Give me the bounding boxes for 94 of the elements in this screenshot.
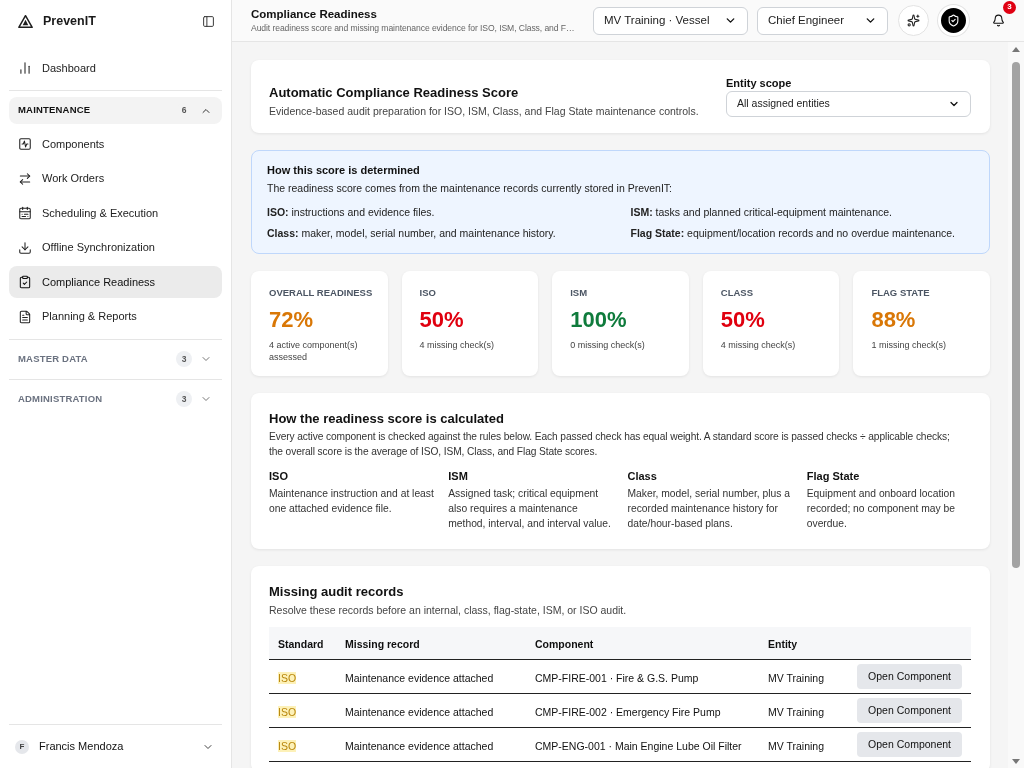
table-cell: Maintenance evidence attached bbox=[345, 705, 494, 718]
standard-heading: ISO bbox=[269, 469, 289, 483]
standard-text: Maintenance instruction and at least one attached evidence file. bbox=[269, 487, 435, 516]
field-label: Entity scope bbox=[726, 76, 793, 90]
panel-toggle-icon[interactable] bbox=[202, 14, 215, 28]
avatar: F bbox=[15, 739, 29, 754]
table-cell: MV Training bbox=[768, 705, 825, 718]
standard-text: Assigned task; critical equipment also requires a maintenance method, interval, and interval value. bbox=[448, 487, 612, 531]
card-title: Missing audit records bbox=[269, 583, 405, 600]
open-component-button[interactable]: Open Component bbox=[857, 732, 962, 757]
open-component-button[interactable]: Open Component bbox=[857, 664, 962, 689]
sidebar-item[interactable]: Scheduling & Execution bbox=[9, 197, 222, 229]
stat-value: 72% bbox=[269, 307, 315, 333]
standard-heading: ISM bbox=[448, 469, 469, 483]
scroll-down-icon[interactable] bbox=[1012, 759, 1020, 764]
sparkle-icon bbox=[907, 14, 920, 27]
vessel-select[interactable]: MV Training · Vessel bbox=[593, 6, 748, 35]
shield-button[interactable] bbox=[938, 5, 969, 36]
rule-text: Class: maker, model, serial number, and maintenance history. bbox=[267, 226, 557, 240]
column-header: Entity bbox=[768, 638, 798, 650]
notification-badge: 3 bbox=[1003, 0, 1016, 14]
table-cell: MV Training bbox=[768, 739, 825, 752]
logo-icon bbox=[18, 14, 33, 28]
page-subtitle: Audit readiness score and missing maintenance evidence for ISO, ISM, Class, and F… bbox=[251, 22, 576, 34]
card-title: Automatic Compliance Readiness Score bbox=[269, 83, 520, 101]
stat-label: ISM bbox=[570, 287, 589, 299]
sidebar-group-header[interactable]: ADMINISTRATION 3 bbox=[9, 385, 222, 413]
download-icon bbox=[18, 240, 32, 255]
rule-text: ISM: tasks and planned critical-equipment maintenance. bbox=[630, 205, 893, 219]
brand-name: PrevenIT bbox=[43, 12, 96, 30]
clipboard-check-icon bbox=[18, 275, 32, 289]
scrollbar[interactable] bbox=[1008, 42, 1024, 768]
stat-value: 50% bbox=[419, 307, 465, 333]
role-select[interactable]: Chief Engineer bbox=[757, 6, 888, 35]
standard-tag: ISO bbox=[278, 671, 297, 684]
table-cell: Maintenance evidence attached bbox=[345, 739, 494, 752]
sparkle-button[interactable] bbox=[898, 5, 929, 36]
sidebar-item[interactable]: Compliance Readiness bbox=[9, 266, 222, 298]
sidebar-group-header[interactable]: MASTER DATA 3 bbox=[9, 345, 222, 373]
entity-scope-select[interactable]: All assigned entities bbox=[726, 91, 971, 117]
standard-tag: ISO bbox=[278, 739, 297, 752]
card-text: Every active component is checked against the rules below. Each passed check has equal weight. A standard score is passed checks ÷ applicable checks; the overall score is the average of ISO, ISM, Class, and Flag State scores. bbox=[269, 430, 951, 459]
standard-text: Maker, model, serial number, plus a recorded maintenance history for date/hour-based plans. bbox=[627, 487, 792, 531]
card-subtitle: Evidence-based audit preparation for ISO, ISM, Class, and Flag State maintenance controls. bbox=[269, 103, 699, 118]
standard-heading: Flag State bbox=[806, 469, 861, 483]
table-cell: MV Training bbox=[768, 671, 825, 684]
sidebar-item[interactable]: Components bbox=[9, 128, 222, 160]
bar-chart-icon bbox=[18, 61, 32, 75]
sidebar-item[interactable]: Offline Synchronization bbox=[9, 231, 222, 264]
standard-heading: Class bbox=[627, 469, 658, 483]
bell-icon bbox=[991, 14, 1005, 27]
info-text: The readiness score comes from the maintenance records currently stored in PrevenIT: bbox=[267, 181, 673, 195]
document-icon bbox=[18, 309, 32, 324]
shield-icon bbox=[947, 14, 960, 27]
column-header: Component bbox=[535, 638, 594, 650]
stat-note: 4 missing check(s) bbox=[720, 339, 797, 351]
sidebar-item[interactable]: Work Orders bbox=[9, 162, 222, 195]
scrollbar-thumb[interactable] bbox=[1012, 62, 1020, 568]
rule-text: ISO: instructions and evidence files. bbox=[267, 205, 436, 219]
rule-text: Flag State: equipment/location records and no overdue maintenance. bbox=[630, 226, 957, 240]
count-badge: 3 bbox=[176, 351, 192, 367]
stat-label: CLASS bbox=[720, 287, 754, 299]
stat-value: 50% bbox=[720, 307, 766, 333]
stat-value: 100% bbox=[570, 307, 628, 333]
sidebar-item[interactable]: Planning & Reports bbox=[9, 300, 222, 333]
sidebar-group-header[interactable]: MAINTENANCE 6 bbox=[9, 97, 222, 124]
stat-value: 88% bbox=[871, 307, 917, 333]
sidebar-item[interactable]: Dashboard bbox=[9, 52, 222, 84]
user-name: Francis Mendoza bbox=[39, 739, 125, 755]
table-cell: Maintenance evidence attached bbox=[345, 671, 494, 684]
standard-tag: ISO bbox=[278, 705, 297, 718]
table-cell: CMP-FIRE-002 · Emergency Fire Pump bbox=[535, 705, 721, 718]
info-title: How this score is determined bbox=[267, 163, 421, 177]
table-cell: CMP-FIRE-001 · Fire & G.S. Pump bbox=[535, 671, 699, 684]
stat-note: 4 missing check(s) bbox=[419, 339, 496, 351]
table-cell: CMP-ENG-001 · Main Engine Lube Oil Filter bbox=[535, 739, 742, 752]
card-title: How the readiness score is calculated bbox=[269, 410, 505, 427]
count-badge: 3 bbox=[176, 391, 192, 407]
chart-square-icon bbox=[18, 137, 32, 151]
calendar-icon bbox=[18, 206, 32, 220]
column-header: Missing record bbox=[345, 638, 420, 650]
standard-text: Equipment and onboard location recorded; no component may be overdue. bbox=[806, 487, 957, 531]
stat-note: 4 active component(s) assessed bbox=[269, 339, 359, 363]
column-header: Standard bbox=[278, 638, 324, 650]
scroll-up-icon[interactable] bbox=[1012, 47, 1020, 52]
stat-label: FLAG STATE bbox=[871, 287, 931, 299]
stat-note: 0 missing check(s) bbox=[570, 339, 646, 351]
stat-label: OVERALL READINESS bbox=[269, 287, 374, 299]
open-component-button[interactable]: Open Component bbox=[857, 698, 962, 723]
stat-note: 1 missing check(s) bbox=[871, 339, 947, 351]
arrows-icon bbox=[18, 171, 32, 186]
stat-label: ISO bbox=[419, 287, 437, 299]
card-subtitle: Resolve these records before an internal, class, flag-state, ISM, or ISO audit. bbox=[269, 603, 628, 617]
page-title: Compliance Readiness bbox=[251, 7, 378, 22]
